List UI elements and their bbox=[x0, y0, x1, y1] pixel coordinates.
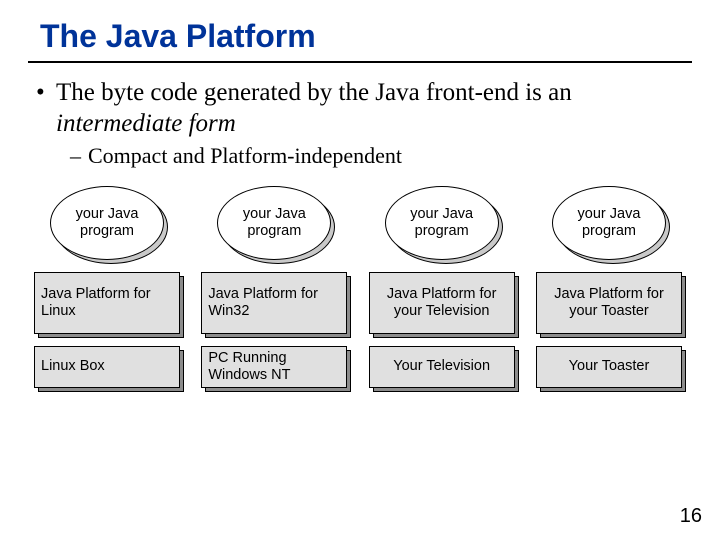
hardware-box-wrap: PC Running Windows NT bbox=[201, 346, 351, 392]
platform-diagram: your Java program Java Platform for Linu… bbox=[28, 186, 692, 400]
bullet-dash-icon: – bbox=[70, 142, 88, 171]
hardware-box-wrap: Your Television bbox=[369, 346, 519, 392]
diagram-col-1: your Java program Java Platform for Win3… bbox=[201, 186, 351, 400]
hardware-box: Your Toaster bbox=[536, 346, 682, 388]
bullet1-text: The byte code generated by the Java fron… bbox=[56, 77, 688, 140]
slide-title: The Java Platform bbox=[40, 18, 692, 55]
platform-box-label: Java Platform for your Toaster bbox=[543, 286, 675, 321]
platform-box-label: Java Platform for Linux bbox=[41, 286, 173, 321]
bullet1-ital: intermediate form bbox=[56, 110, 236, 137]
program-oval-label: your Java program bbox=[224, 206, 324, 239]
hardware-box-label: PC Running Windows NT bbox=[208, 350, 340, 385]
bullet-dot-icon: • bbox=[36, 77, 56, 140]
bullet-level1: • The byte code generated by the Java fr… bbox=[36, 77, 688, 140]
platform-box-wrap: Java Platform for your Toaster bbox=[536, 272, 686, 338]
hardware-box: Your Television bbox=[369, 346, 515, 388]
bullet-level2: – Compact and Platform-independent bbox=[70, 142, 688, 171]
hardware-box: Linux Box bbox=[34, 346, 180, 388]
hardware-box-label: Your Toaster bbox=[543, 358, 675, 375]
platform-box-label: Java Platform for your Television bbox=[376, 286, 508, 321]
platform-box: Java Platform for Win32 bbox=[201, 272, 347, 334]
hardware-box-wrap: Linux Box bbox=[34, 346, 184, 392]
program-oval-wrap: your Java program bbox=[217, 186, 335, 264]
slide: The Java Platform • The byte code genera… bbox=[0, 0, 720, 540]
hardware-box-label: Linux Box bbox=[41, 358, 173, 375]
program-oval-wrap: your Java program bbox=[385, 186, 503, 264]
page-number: 16 bbox=[680, 505, 702, 528]
hardware-box-label: Your Television bbox=[376, 358, 508, 375]
bullet-list: • The byte code generated by the Java fr… bbox=[28, 77, 692, 170]
platform-box: Java Platform for your Toaster bbox=[536, 272, 682, 334]
platform-box-label: Java Platform for Win32 bbox=[208, 286, 340, 321]
program-oval-label: your Java program bbox=[392, 206, 492, 239]
hardware-box: PC Running Windows NT bbox=[201, 346, 347, 388]
program-oval: your Java program bbox=[50, 186, 164, 260]
program-oval: your Java program bbox=[552, 186, 666, 260]
program-oval-label: your Java program bbox=[559, 206, 659, 239]
title-underline bbox=[28, 61, 692, 63]
program-oval: your Java program bbox=[217, 186, 331, 260]
platform-box: Java Platform for Linux bbox=[34, 272, 180, 334]
diagram-col-0: your Java program Java Platform for Linu… bbox=[34, 186, 184, 400]
hardware-box-wrap: Your Toaster bbox=[536, 346, 686, 392]
diagram-col-3: your Java program Java Platform for your… bbox=[536, 186, 686, 400]
program-oval-wrap: your Java program bbox=[552, 186, 670, 264]
platform-box-wrap: Java Platform for your Television bbox=[369, 272, 519, 338]
bullet2-text: Compact and Platform-independent bbox=[88, 142, 402, 171]
platform-box-wrap: Java Platform for Linux bbox=[34, 272, 184, 338]
platform-box: Java Platform for your Television bbox=[369, 272, 515, 334]
platform-box-wrap: Java Platform for Win32 bbox=[201, 272, 351, 338]
program-oval: your Java program bbox=[385, 186, 499, 260]
bullet1-pre: The byte code generated by the Java fron… bbox=[56, 79, 572, 106]
program-oval-label: your Java program bbox=[57, 206, 157, 239]
program-oval-wrap: your Java program bbox=[50, 186, 168, 264]
diagram-col-2: your Java program Java Platform for your… bbox=[369, 186, 519, 400]
